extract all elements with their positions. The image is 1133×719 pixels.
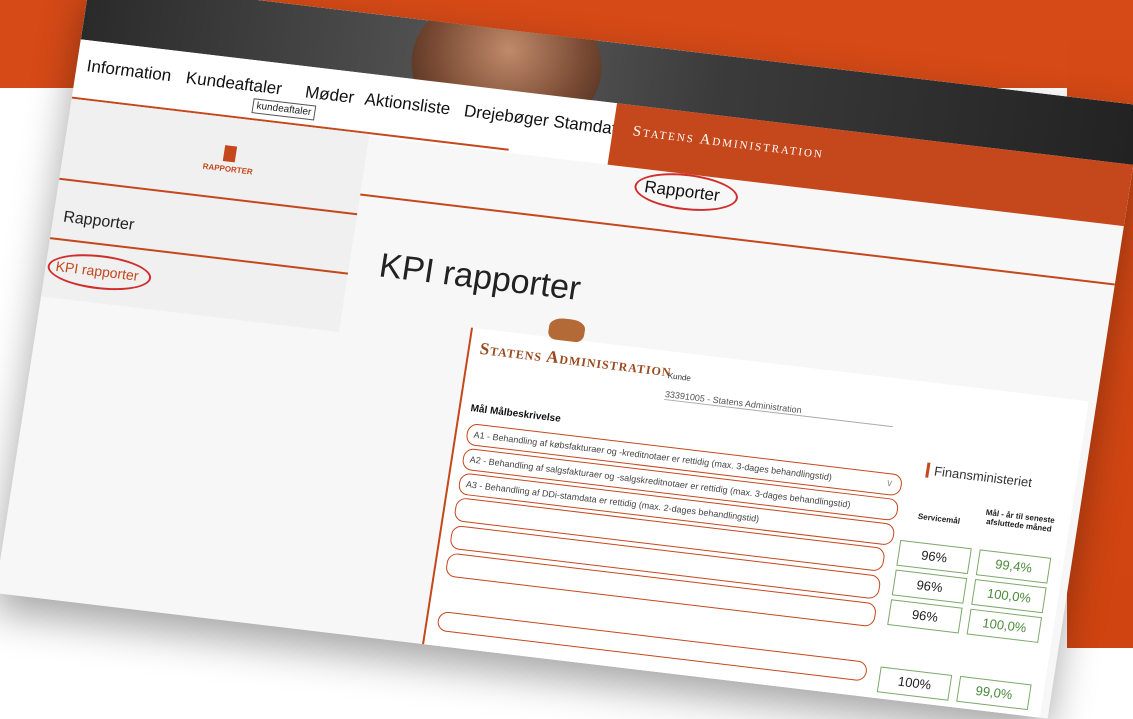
mal-ar-a3: 100,0%	[966, 608, 1043, 643]
col-servicemal: Servicemål	[917, 511, 961, 526]
report-logo-text: Statens Administration	[478, 338, 674, 381]
mal-ar-a2: 100,0%	[971, 579, 1047, 614]
mal-ar-extra: 99,0%	[956, 675, 1032, 711]
rapporter-icon-label: RAPPORTER	[202, 161, 254, 177]
crown-logo-icon	[547, 316, 587, 343]
nav-kundeaftaler[interactable]: Kundeaftaler	[185, 68, 284, 99]
nav-aktionsliste[interactable]: Aktionsliste	[363, 89, 451, 119]
servicemal-a1: 96%	[896, 539, 972, 575]
mal-ar-a1: 99,4%	[975, 549, 1052, 584]
left-panel-title: Rapporter	[62, 208, 136, 234]
highlight-circle-kpi	[45, 249, 154, 296]
brand-name: Statens Administration	[631, 123, 826, 163]
page-title: KPI rapporter	[376, 246, 584, 309]
document-icon	[222, 145, 238, 163]
goal-row-extra-box	[436, 610, 869, 682]
col-mal-ar: Mål - år til seneste afsluttede måned	[985, 507, 1056, 534]
servicemal-extra: 100%	[876, 666, 953, 701]
rapporter-icon-button[interactable]: RAPPORTER	[202, 143, 256, 177]
ministry-label: Finansministeriet	[925, 462, 1034, 490]
nav-information[interactable]: Information	[85, 56, 172, 86]
nav-drejeboger[interactable]: Drejebøger	[463, 101, 550, 131]
screenshot-card: Information Kundeaftaler Møder Aktionsli…	[0, 0, 1133, 719]
servicemal-a2: 96%	[891, 569, 968, 604]
servicemal-a3: 96%	[887, 599, 963, 634]
left-panel: RAPPORTER Rapporter KPI rapporter	[41, 98, 370, 332]
kpi-report-panel: Statens Administration Kunde 33391005 - …	[420, 316, 1089, 719]
kunde-label: Kunde	[667, 371, 692, 383]
goals-header: Mål Målbeskrivelse	[469, 403, 562, 425]
kunde-field[interactable]: 33391005 - Statens Administration	[664, 389, 895, 428]
left-panel-divider-top	[59, 177, 358, 216]
